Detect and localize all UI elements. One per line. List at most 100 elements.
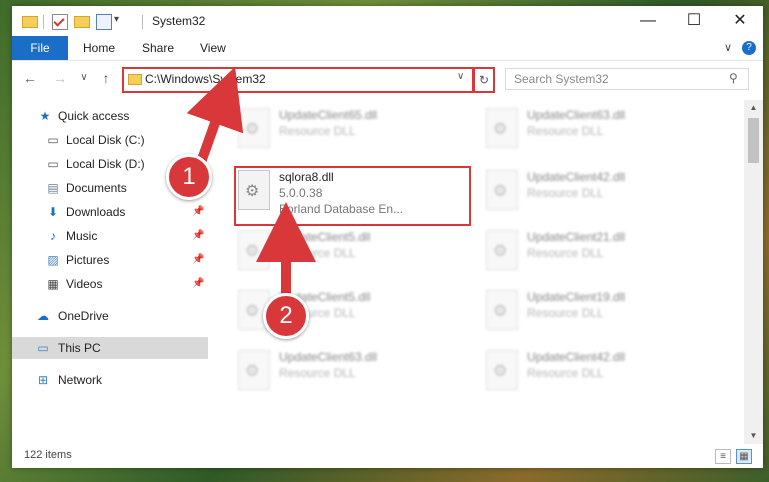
star-icon: ★: [39, 109, 51, 123]
file-name: UpdateClient63.dll: [279, 350, 378, 364]
file-tile[interactable]: UpdateClient19.dll Resource DLL: [482, 286, 712, 334]
scroll-thumb[interactable]: [748, 118, 759, 163]
file-description: Resource DLL: [527, 246, 604, 260]
vertical-scrollbar[interactable]: ▲ ▼: [744, 100, 763, 444]
new-folder-icon[interactable]: [74, 16, 90, 28]
scroll-down-icon[interactable]: ▼: [744, 428, 763, 444]
forward-button[interactable]: →: [50, 68, 70, 88]
sidebar-item-local-disk-c[interactable]: ▭ Local Disk (C:): [12, 129, 208, 151]
dll-file-icon: [486, 230, 518, 270]
minimize-button[interactable]: —: [625, 6, 671, 36]
dll-file-icon: [486, 170, 518, 210]
folder-icon[interactable]: [22, 16, 38, 28]
drive-icon: ▭: [47, 157, 59, 171]
tab-file[interactable]: File: [12, 36, 68, 60]
file-description: Resource DLL: [527, 186, 604, 200]
sidebar-item-label: Documents: [66, 181, 127, 195]
navigation-pane: ★ Quick access ▭ Local Disk (C:) ▭ Local…: [12, 100, 208, 444]
search-input[interactable]: Search System32 ⚲: [505, 68, 749, 90]
help-icon[interactable]: ?: [742, 41, 756, 55]
dll-file-icon: [238, 350, 270, 390]
sidebar-item-label: Pictures: [66, 253, 110, 267]
expand-ribbon-icon[interactable]: ∨: [724, 41, 732, 54]
sidebar-item-label: Videos: [66, 277, 103, 291]
window-title: System32: [152, 14, 206, 28]
sidebar-item-downloads[interactable]: ⬇ Downloads 📌: [12, 201, 208, 223]
view-details-icon[interactable]: [96, 14, 112, 30]
pin-icon[interactable]: 📌: [192, 273, 204, 295]
download-icon: ⬇: [47, 205, 59, 219]
sidebar-item-quick-access[interactable]: ★ Quick access: [12, 105, 208, 127]
search-placeholder: Search System32: [514, 72, 609, 86]
file-name: UpdateClient63.dll: [527, 108, 626, 122]
step-2-badge: 2: [263, 293, 309, 339]
address-bar[interactable]: C:\Windows\System32 ∨: [122, 67, 474, 93]
recent-locations-button[interactable]: ∨: [74, 68, 94, 88]
sidebar-item-network[interactable]: ⊞ Network: [12, 369, 208, 391]
file-list: UpdateClient65.dll Resource DLL UpdateCl…: [208, 100, 744, 444]
title-bar: ▾ System32 — ☐ ✕: [12, 6, 763, 36]
dll-file-icon: [486, 108, 518, 148]
status-bar: 122 items ≡ ▦: [12, 444, 763, 468]
file-tile[interactable]: UpdateClient65.dll Resource DLL: [234, 104, 464, 152]
pin-icon[interactable]: 📌: [192, 249, 204, 271]
file-name: UpdateClient5.dll: [279, 230, 371, 244]
properties-check-icon[interactable]: [52, 14, 68, 30]
file-tile[interactable]: UpdateClient63.dll Resource DLL: [234, 346, 464, 394]
close-button[interactable]: ✕: [717, 6, 763, 36]
file-description: Resource DLL: [527, 306, 604, 320]
file-tile[interactable]: UpdateClient42.dll Resource DLL: [482, 166, 712, 214]
file-tile[interactable]: UpdateClient5.dll Resource DLL: [234, 226, 464, 274]
file-description: Resource DLL: [527, 124, 604, 138]
scroll-up-icon[interactable]: ▲: [744, 100, 763, 116]
pictures-icon: ▨: [47, 253, 59, 267]
dll-file-icon: [238, 108, 270, 148]
dll-file-icon: [486, 350, 518, 390]
explorer-window: ▾ System32 — ☐ ✕ File Home Share View ∨ …: [12, 6, 763, 468]
ribbon-tabs: File Home Share View ∨ ?: [12, 36, 763, 61]
sidebar-item-label: Local Disk (C:): [66, 133, 145, 147]
target-file-highlight: [234, 166, 471, 226]
sidebar-item-this-pc[interactable]: ▭ This PC: [12, 337, 208, 359]
document-icon: ▤: [47, 181, 59, 195]
file-description: Resource DLL: [279, 246, 356, 260]
file-name: UpdateClient65.dll: [279, 108, 378, 122]
search-icon[interactable]: ⚲: [729, 71, 738, 85]
details-view-icon[interactable]: ≡: [715, 449, 731, 464]
refresh-button[interactable]: ↻: [473, 67, 495, 93]
video-icon: ▦: [47, 277, 59, 291]
tab-home[interactable]: Home: [83, 36, 115, 60]
sidebar-item-pictures[interactable]: ▨ Pictures 📌: [12, 249, 208, 271]
folder-icon: [128, 74, 142, 85]
music-icon: ♪: [50, 229, 56, 243]
tiles-view-icon[interactable]: ▦: [736, 449, 752, 464]
step-1-badge: 1: [166, 154, 212, 200]
address-dropdown-icon[interactable]: ∨: [457, 71, 464, 82]
address-path[interactable]: C:\Windows\System32: [145, 72, 266, 86]
back-button[interactable]: ←: [20, 68, 40, 88]
file-tile[interactable]: UpdateClient42.dll Resource DLL: [482, 346, 712, 394]
pin-icon[interactable]: 📌: [192, 225, 204, 247]
file-description: Resource DLL: [527, 366, 604, 380]
tab-view[interactable]: View: [200, 36, 226, 60]
file-description: Resource DLL: [279, 366, 356, 380]
maximize-button[interactable]: ☐: [671, 6, 717, 36]
drive-icon: ▭: [47, 133, 59, 147]
sidebar-item-label: Network: [58, 373, 103, 387]
file-name: UpdateClient19.dll: [527, 290, 626, 304]
sidebar-item-onedrive[interactable]: ☁ OneDrive: [12, 305, 208, 327]
file-name: UpdateClient21.dll: [527, 230, 626, 244]
up-button[interactable]: ↑: [96, 68, 116, 88]
network-icon: ⊞: [37, 373, 49, 387]
sidebar-item-label: OneDrive: [58, 309, 109, 323]
sidebar-item-music[interactable]: ♪ Music 📌: [12, 225, 208, 247]
sidebar-item-label: Quick access: [58, 109, 130, 123]
file-tile[interactable]: UpdateClient63.dll Resource DLL: [482, 104, 712, 152]
tab-share[interactable]: Share: [142, 36, 174, 60]
pin-icon[interactable]: 📌: [192, 201, 204, 223]
cloud-icon: ☁: [37, 309, 49, 323]
divider: [142, 15, 143, 29]
file-tile[interactable]: UpdateClient21.dll Resource DLL: [482, 226, 712, 274]
qat-customize-icon[interactable]: ▾: [114, 14, 119, 25]
sidebar-item-videos[interactable]: ▦ Videos 📌: [12, 273, 208, 295]
